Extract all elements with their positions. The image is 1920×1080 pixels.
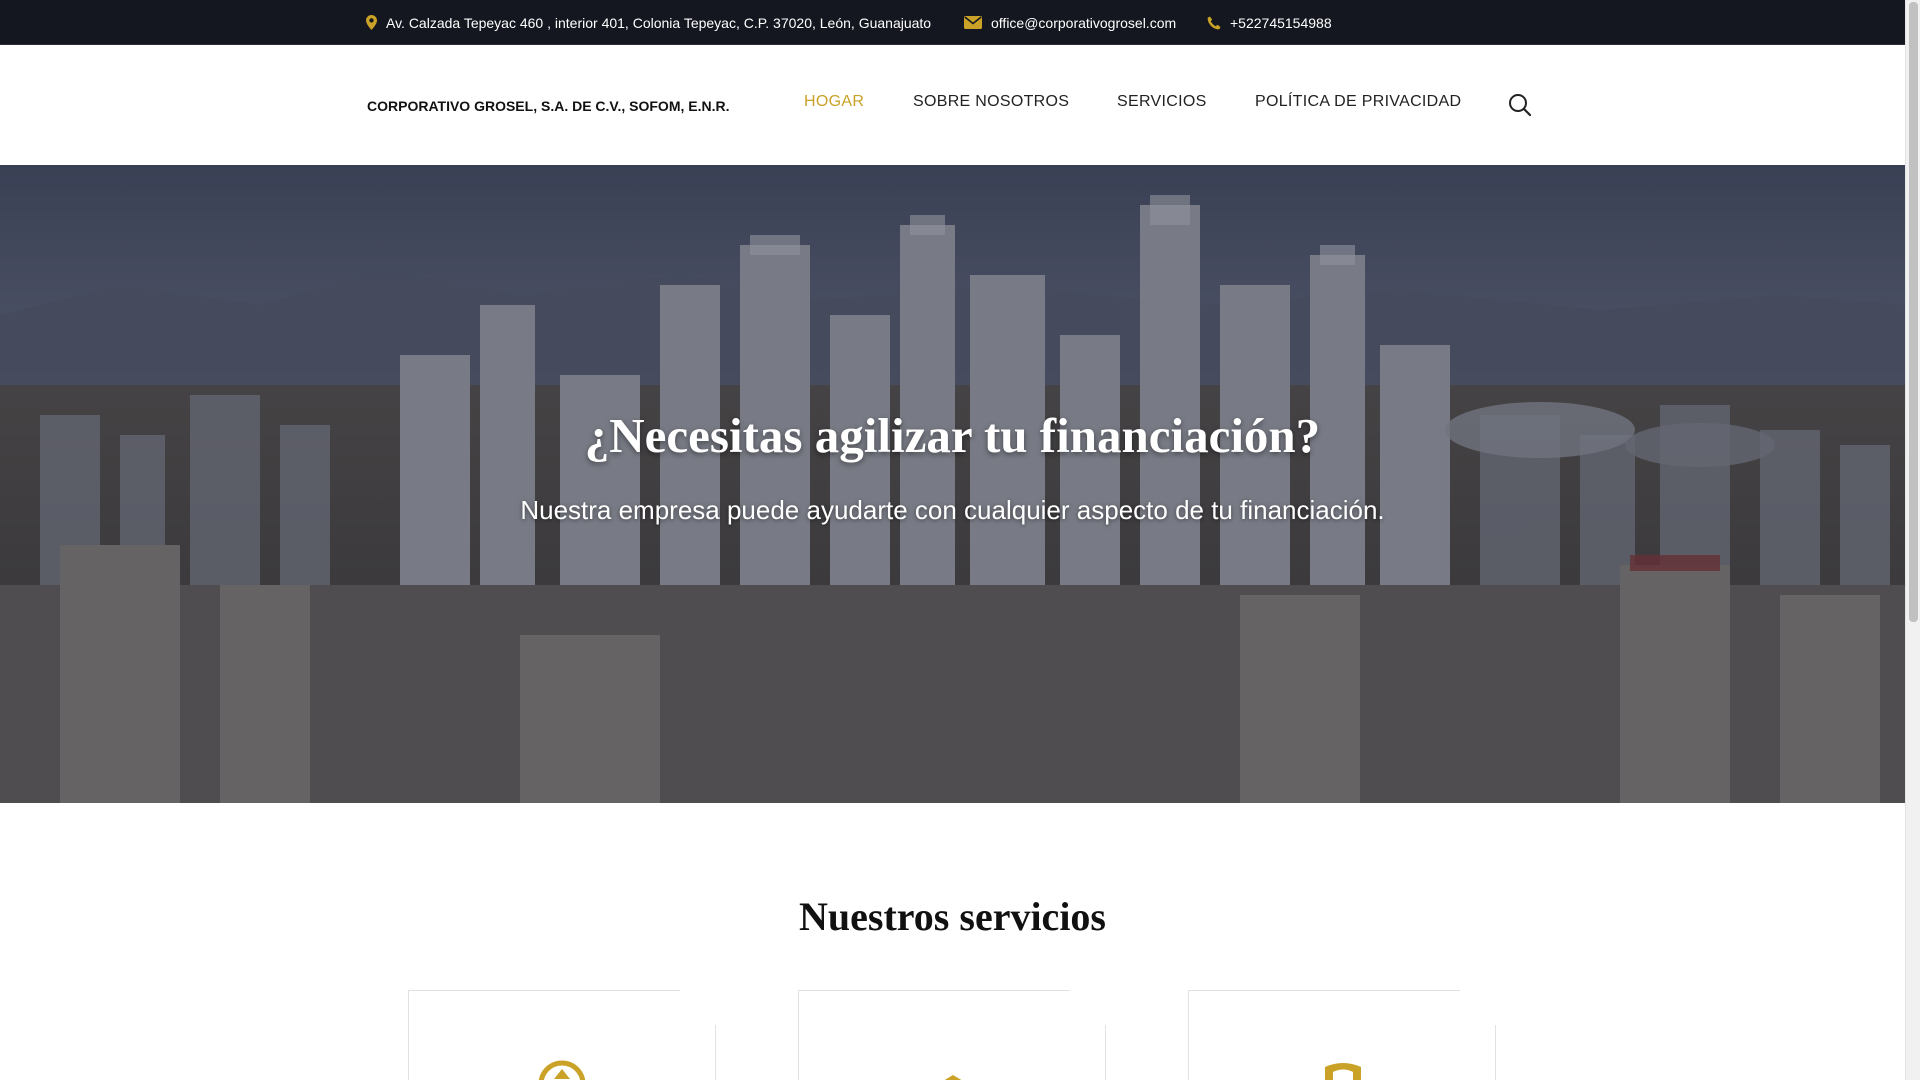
top-info-bar: Av. Calzada Tepeyac 460 , interior 401, … bbox=[0, 0, 1905, 45]
phone-link[interactable]: +522745154988 bbox=[1230, 15, 1332, 31]
envelope-icon bbox=[964, 16, 982, 29]
service-card[interactable] bbox=[1188, 990, 1496, 1080]
dollar-circle-icon bbox=[538, 1060, 586, 1080]
phone-icon bbox=[1207, 16, 1221, 29]
address-item: Av. Calzada Tepeyac 460 , interior 401, … bbox=[366, 0, 931, 45]
map-marker-icon bbox=[366, 15, 377, 30]
scrollbar-thumb[interactable] bbox=[1909, 2, 1918, 622]
email-link[interactable]: office@corporativogrosel.com bbox=[991, 15, 1176, 31]
coins-icon bbox=[944, 1075, 962, 1080]
hero-subtitle: Nuestra empresa puede ayudarte con cualq… bbox=[520, 495, 1385, 525]
site-header: CORPORATIVO GROSEL, S.A. DE C.V., SOFOM,… bbox=[0, 45, 1905, 165]
nav-item-servicios[interactable]: SERVICIOS bbox=[1117, 93, 1207, 111]
nav-item-politica-de-privacidad[interactable]: POLÍTICA DE PRIVACIDAD bbox=[1255, 93, 1461, 111]
search-icon bbox=[1509, 94, 1532, 117]
services-title: Nuestros servicios bbox=[799, 894, 1106, 939]
email-item[interactable]: office@corporativogrosel.com bbox=[964, 0, 1176, 45]
site-logo[interactable]: CORPORATIVO GROSEL, S.A. DE C.V., SOFOM,… bbox=[367, 98, 730, 114]
nav-item-sobre-nosotros[interactable]: SOBRE NOSOTROS bbox=[913, 93, 1069, 111]
page-scrollbar[interactable] bbox=[1905, 0, 1920, 1080]
shield-icon bbox=[1325, 1063, 1361, 1080]
city-skyline-image bbox=[0, 165, 1905, 803]
hero-banner: ¿Necesitas agilizar tu financiación? Nue… bbox=[0, 165, 1905, 803]
search-button[interactable] bbox=[1507, 92, 1533, 118]
address-text: Av. Calzada Tepeyac 460 , interior 401, … bbox=[386, 14, 932, 31]
nav-item-hogar[interactable]: HOGAR bbox=[804, 93, 864, 111]
service-card[interactable] bbox=[408, 990, 716, 1080]
service-card[interactable] bbox=[798, 990, 1106, 1080]
phone-item[interactable]: +522745154988 bbox=[1207, 0, 1332, 45]
hero-title: ¿Necesitas agilizar tu financiación? bbox=[584, 408, 1321, 463]
